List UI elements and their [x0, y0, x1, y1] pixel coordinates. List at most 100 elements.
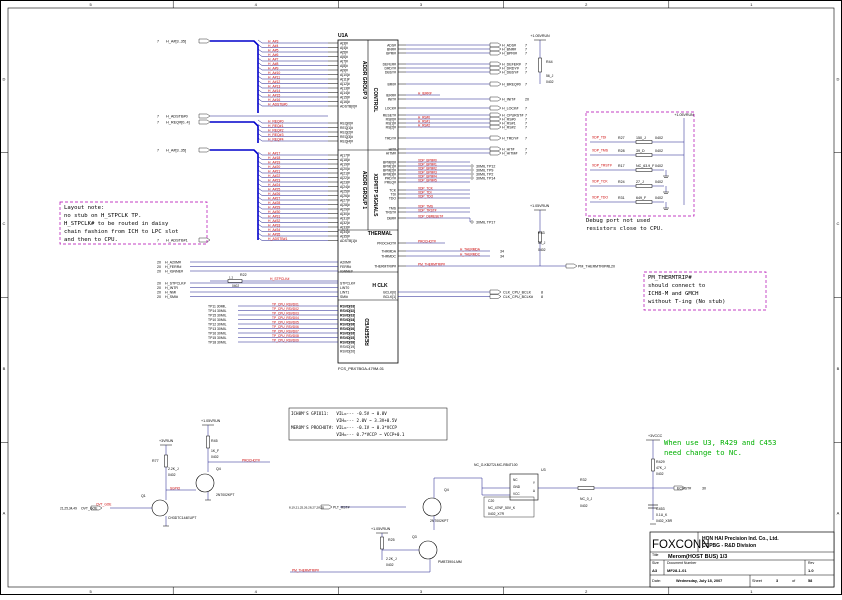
- debug-resistor-value: 150_J: [636, 136, 646, 140]
- r25-ref: R25: [388, 538, 395, 542]
- net-label-left: H_A20M#: [165, 260, 181, 264]
- r45-pkg: 0402: [211, 455, 219, 459]
- net-label-red: OVT_GOE: [96, 503, 111, 507]
- q1-ref: Q1: [141, 494, 146, 498]
- debug-resistor-body: [635, 200, 653, 204]
- q4-mid-ref: Q4: [444, 488, 449, 492]
- net-label-left: H_A#32: [268, 219, 280, 223]
- u1-pin-right: BR0#: [388, 82, 397, 86]
- net-label-right: H_HITM#: [502, 151, 517, 155]
- u1-pin-right: BCLK[0]: [383, 290, 396, 294]
- u1-pin-left: FERR#: [340, 265, 351, 269]
- u1-pin-reserved: RSVD[15]: [340, 327, 355, 331]
- u1-pin-left: A[19]#: [340, 162, 350, 166]
- r25-body: [380, 536, 384, 550]
- net-label-left: H_A#34: [268, 228, 280, 232]
- offpage-label: H_A#[3..35]: [166, 148, 186, 152]
- net-label-left: H_IGNNE#: [165, 269, 183, 273]
- u1-pin-left: A[15]#: [340, 95, 350, 99]
- q4-mid-part: 2N7002KPT: [430, 519, 448, 523]
- u1-pin-left: A[12]#: [340, 82, 350, 86]
- r77-ref: R77: [152, 459, 159, 463]
- title-label: Title: [652, 553, 659, 557]
- tp-net: TP_CPU_RSVD06: [272, 325, 299, 329]
- debug-resistor-value: 27_J: [636, 180, 644, 184]
- strap-note-line-3: MEROM'S PROCHOT#: VIL=--- -0.1V ~ 0.3*VC…: [291, 425, 397, 430]
- strap-note-line-4: VIH=--- 0.7*VCCP ~ VCCP+0.1: [291, 432, 405, 437]
- offpage-ref: 20: [157, 265, 161, 269]
- border-row-label-left: B: [3, 366, 6, 371]
- u1-pin-left: A[9]#: [340, 68, 348, 72]
- tp-net: TP_CPU_RSVD09: [272, 338, 299, 342]
- u1-pin-left: REQ[4]#: [340, 139, 353, 143]
- tp-ref: TP16 30MIL: [208, 331, 227, 335]
- u3-pin-left: GND: [513, 485, 521, 489]
- offpage-ref: 20: [525, 97, 529, 101]
- net-label-right: H_BREQ#0: [502, 82, 521, 86]
- block-hclk: H CLK: [372, 283, 388, 289]
- tp-net: TP_CPU_RSVD03: [272, 311, 299, 315]
- u1-pin-reserved: RSVD[16]: [340, 331, 355, 335]
- tp-ref: TP15 30MIL: [208, 313, 227, 317]
- q1-part: CH3DTC144EUPT: [168, 516, 196, 520]
- r429-body: [651, 458, 655, 472]
- net-label-left: H_A#14: [268, 89, 280, 93]
- offpage-ref: 7: [157, 120, 159, 124]
- block-addr-group-1: ADDR GROUP 1: [361, 171, 367, 209]
- u1-pin-left: A20M#: [340, 260, 351, 264]
- r77-pkg: 0402: [168, 473, 176, 477]
- u1-pin-reserved: RSVD[11]: [340, 309, 355, 313]
- r44-ref: R44: [546, 60, 553, 64]
- debug-resistor-pkg: 0402: [655, 180, 663, 184]
- u1-pin-reserved: RSVD[13]: [340, 318, 355, 322]
- foxconn-logo: FOXCONN: [652, 539, 710, 551]
- net-label-right: H_BPRI#: [502, 51, 517, 55]
- u1-pin-left: A[22]#: [340, 176, 350, 180]
- border-row-label-right: B: [837, 366, 840, 371]
- net-label-right: H_RS#2: [502, 125, 516, 129]
- u1-pin-left: LINT0: [340, 286, 349, 290]
- u1-pin-left: A[18]#: [340, 158, 350, 162]
- u1-pin-left: A[20]#: [340, 167, 350, 171]
- r45-value: 1K_F: [211, 449, 219, 453]
- net-label-left: H_INTR: [165, 286, 178, 290]
- debug-resistor-net: XDP_TDO: [592, 196, 608, 200]
- net-label-right: H_LOCK#: [502, 106, 518, 110]
- offpage-label: OVT_GOE: [81, 506, 98, 510]
- r25-pkg: 0402: [386, 563, 394, 567]
- xdp-net: XDP_TDO: [418, 194, 434, 198]
- strap-note-line-1: ICH8M'S GPIO11: VIL=--- -0.5V ~ 0.8V: [291, 411, 387, 416]
- net-label-left: H_A#28: [268, 201, 280, 205]
- offpage-ref: 7: [157, 238, 159, 242]
- rail-label: +1.05VRUN: [530, 204, 550, 208]
- offpage-ref: 7: [525, 106, 527, 110]
- offpage-label: ECRST#: [677, 486, 691, 490]
- q3-part: PMBT3904-MM: [438, 560, 462, 564]
- block-reserved: RESERVED: [365, 318, 371, 346]
- size-label: Size: [652, 561, 659, 565]
- net-label-left: H_A#18: [268, 156, 280, 160]
- net-label-red: H_RS#2: [418, 123, 430, 127]
- offpage-ref: 7: [525, 151, 527, 155]
- green-note-line-1: When use U3, R429 and C453: [664, 438, 777, 447]
- net-label-red: PROCHOT#: [418, 239, 436, 243]
- offpage-label: H_ADSTB#0: [166, 114, 188, 118]
- offpage-ref: 7: [157, 39, 159, 43]
- q4-ref: Q4: [216, 467, 221, 471]
- thermtrip-note-line-4: without T-ing (No stub): [648, 299, 725, 305]
- sheet-number: 3: [776, 579, 778, 583]
- r32-value: NC_0_J: [580, 497, 593, 501]
- u1-pin-left: REQ[3]#: [340, 135, 353, 139]
- net-label-red: SGPIO: [170, 486, 181, 490]
- net-label-left: H_A#23: [268, 178, 280, 182]
- net-label-red: PM_THERMTRIP#: [418, 262, 445, 266]
- net-label-left: H_A#17: [268, 151, 280, 155]
- u1-pin-right: RS[2]#: [386, 125, 396, 129]
- net-label-left: H_A#11: [268, 75, 280, 79]
- u1-part: FCS_PBX7BGA-479M-01: [338, 366, 385, 371]
- u1-pin-left: A[25]#: [340, 189, 350, 193]
- border-row-label-right: C: [837, 221, 840, 226]
- offpage-ref: 7: [157, 148, 159, 152]
- net-label-left: H_STPCLK#: [270, 277, 290, 281]
- u1-pin-left: LINT1: [340, 290, 349, 294]
